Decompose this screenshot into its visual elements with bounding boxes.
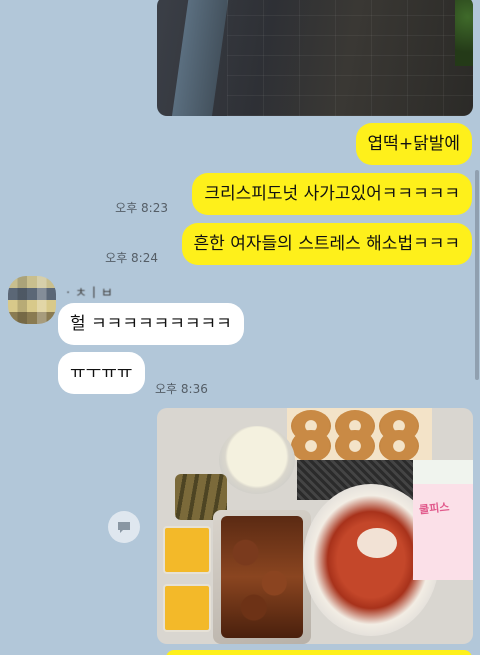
photo-curb bbox=[169, 0, 229, 116]
message-text: 흔한 여자들의 스트레스 해소법ㅋㅋㅋ bbox=[193, 234, 460, 254]
photo-drink-carton bbox=[413, 460, 473, 580]
message-outgoing-partial[interactable] bbox=[166, 650, 472, 655]
message-time: 오후 8:36 bbox=[155, 382, 208, 396]
photo-pickled-radish bbox=[163, 584, 211, 632]
photo-spicy-meat bbox=[221, 516, 303, 638]
photo-pavement bbox=[227, 0, 473, 116]
photo-cheese bbox=[357, 528, 397, 558]
message-text: ㅠㅜㅠㅠ bbox=[70, 363, 133, 383]
message-time: 오후 8:23 bbox=[115, 201, 168, 215]
sent-photo-night-street[interactable] bbox=[157, 0, 473, 116]
scrollbar[interactable] bbox=[475, 170, 479, 380]
photo-pickled-radish bbox=[163, 526, 211, 574]
message-text: 엽떡+닭발에 bbox=[367, 134, 460, 154]
share-button[interactable] bbox=[108, 511, 140, 543]
message-outgoing[interactable]: 크리스피도넛 사가고있어ㅋㅋㅋㅋㅋ bbox=[192, 173, 472, 215]
share-icon bbox=[118, 522, 130, 533]
message-text: 헐 ㅋㅋㅋㅋㅋㅋㅋㅋㅋ bbox=[70, 314, 232, 334]
sender-avatar[interactable] bbox=[8, 276, 56, 324]
message-incoming[interactable]: 헐 ㅋㅋㅋㅋㅋㅋㅋㅋㅋ bbox=[58, 303, 244, 345]
chat-room: 엽떡+닭발에 오후 8:23 크리스피도넛 사가고있어ㅋㅋㅋㅋㅋ 오후 8:24… bbox=[0, 0, 480, 655]
message-outgoing[interactable]: 흔한 여자들의 스트레스 해소법ㅋㅋㅋ bbox=[181, 223, 472, 265]
message-incoming[interactable]: ㅠㅜㅠㅠ bbox=[58, 352, 145, 394]
photo-plant bbox=[455, 0, 473, 66]
message-text: 크리스피도넛 사가고있어ㅋㅋㅋㅋㅋ bbox=[204, 184, 460, 204]
photo-donut-box bbox=[287, 408, 432, 462]
photo-sauce-cup bbox=[219, 426, 295, 494]
photo-drink-label: 쿨피스 bbox=[418, 500, 451, 517]
sent-photo-food[interactable]: 쿨피스 bbox=[157, 408, 473, 644]
message-time: 오후 8:24 bbox=[105, 251, 158, 265]
message-outgoing[interactable]: 엽떡+닭발에 bbox=[355, 123, 472, 165]
sender-name: ㆍㅊㅣㅂ bbox=[62, 286, 114, 301]
